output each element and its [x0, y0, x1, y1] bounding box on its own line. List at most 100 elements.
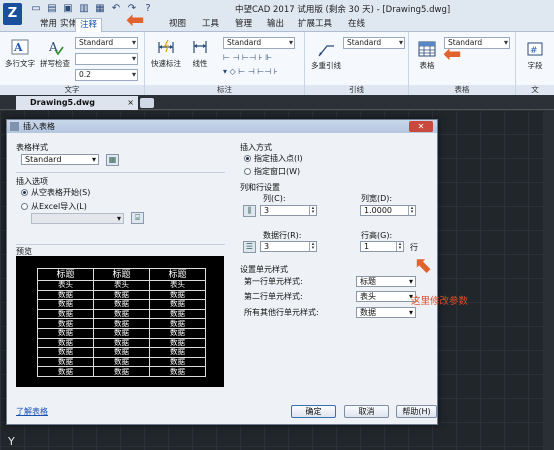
dialog-titlebar: 插入表格 ✕ — [7, 120, 437, 133]
preview-table-cell: 表头 — [37, 280, 94, 291]
text-height-combo[interactable]: 0.2 — [75, 69, 138, 81]
save-icon[interactable]: ▣ — [62, 3, 74, 15]
preview-table-cell: 数据 — [37, 356, 94, 368]
preview-table-cell: 数据 — [37, 327, 94, 339]
preview-table-cell: 数据 — [93, 308, 150, 320]
data-rows-label: 数据行(R): — [263, 231, 302, 240]
tab-online[interactable]: 在线 — [344, 18, 369, 32]
cancel-button[interactable]: 取消 — [344, 405, 389, 418]
field-label: 字段 — [527, 61, 543, 70]
preview-table-row: 数据 数据 数据 — [37, 356, 206, 368]
insert-options-label: 插入选项 — [16, 177, 48, 186]
tab-view[interactable]: 视图 — [165, 18, 190, 32]
preview-table-row: 数据 数据 数据 — [37, 366, 206, 377]
preview-table-row: 标题 标题 标题 — [37, 268, 206, 281]
preview-table-row: 数据 数据 数据 — [37, 299, 206, 310]
preview-table-cell: 数据 — [149, 327, 206, 339]
preview-table-row: 数据 数据 数据 — [37, 308, 206, 320]
print-icon[interactable]: ▦ — [94, 3, 106, 15]
new-tab-icon[interactable] — [140, 98, 154, 108]
table-group: 表格 Standard 表格 — [409, 32, 516, 95]
window-title: 中望CAD 2017 试用版 (剩余 30 天) - [Drawing5.dwg… — [235, 5, 451, 15]
other-rows-style-select[interactable]: 数据 — [356, 307, 416, 318]
columns-value: 3 — [264, 206, 270, 215]
ok-button[interactable]: 确定 — [291, 405, 336, 418]
preview-table-row: 表头 表头 表头 — [37, 280, 206, 291]
tab-tools[interactable]: 工具 — [198, 18, 223, 32]
tab-annotate[interactable]: 注释 — [75, 18, 103, 32]
text-group: A 多行文字 A 拼写检查 Standard 0.2 文字 — [0, 32, 145, 95]
row-height-label: 行高(G): — [361, 231, 393, 240]
tab-manage[interactable]: 管理 — [231, 18, 256, 32]
second-row-style-select[interactable]: 表头 — [356, 291, 416, 302]
preview-table-cell: 数据 — [149, 356, 206, 368]
preview-table-cell: 数据 — [37, 308, 94, 320]
learn-table-link[interactable]: 了解表格 — [16, 406, 48, 417]
table-style-dialog-button[interactable]: ▦ — [106, 154, 119, 166]
data-rows-input[interactable]: 3 ▴ ▾ — [260, 241, 317, 252]
preview-table-cell: 数据 — [93, 366, 150, 377]
multileader-button[interactable]: 多重引线 — [308, 40, 344, 71]
doc-tab-close-icon[interactable]: × — [127, 96, 134, 110]
help-button[interactable]: 帮助(H) — [396, 405, 437, 418]
preview-group — [16, 244, 225, 245]
specify-point-radio[interactable] — [244, 155, 251, 162]
table-style-select[interactable]: Standard — [21, 154, 99, 165]
multiline-text-label: 多行文字 — [5, 59, 35, 68]
dialog-close-button[interactable]: ✕ — [409, 121, 433, 132]
dim-style-combo[interactable]: Standard — [223, 37, 295, 49]
spell-check-label: 拼写检查 — [40, 59, 70, 68]
tab-output[interactable]: 输出 — [263, 18, 288, 32]
from-empty-radio[interactable] — [21, 189, 28, 196]
table-button[interactable]: 表格 — [414, 40, 440, 71]
col-width-input[interactable]: 1.0000 ▴ ▾ — [360, 205, 416, 216]
cell-style-label: 设置单元样式 — [240, 265, 288, 274]
dim-tools-row2-icon[interactable]: ▾ ◇ ⊢ ⊣ ⊢⊣ ⊦ — [223, 67, 278, 76]
multiline-text-button[interactable]: A 多行文字 — [3, 38, 37, 69]
preview-table-cell: 数据 — [149, 366, 206, 377]
svg-text:#: # — [530, 46, 538, 56]
new-icon[interactable]: ▭ — [30, 3, 42, 15]
dim-tools-row1-icon[interactable]: ⊢ ⊣ ⊢⊣ ⊦ ⊩ — [223, 53, 272, 62]
excel-browse-button[interactable]: ⌸ — [131, 212, 144, 224]
app-logo-icon[interactable]: Z — [3, 3, 22, 25]
open-icon[interactable]: ▤ — [46, 3, 58, 15]
other-rows-style-label: 所有其他行单元样式: — [244, 308, 319, 317]
linear-dim-icon — [193, 41, 207, 53]
col-width-label: 列宽(D): — [361, 194, 393, 203]
leader-group-label: 引线 — [305, 85, 408, 95]
data-rows-spinner-icon[interactable]: ▴ ▾ — [309, 242, 316, 251]
row-height-input[interactable]: 1 ▴ ▾ — [360, 241, 404, 252]
text-group-label: 文字 — [0, 85, 144, 95]
quick-dim-button[interactable]: 快速标注 — [148, 38, 184, 69]
tab-extension[interactable]: 扩展工具 — [294, 18, 336, 32]
specify-window-radio[interactable] — [244, 168, 251, 175]
linear-dim-button[interactable]: 线性 — [186, 38, 214, 69]
undo-icon[interactable]: ↶ — [110, 3, 122, 15]
columns-spinner-icon[interactable]: ▴ ▾ — [309, 206, 316, 215]
dimension-group-label: 标注 — [145, 85, 304, 95]
row-height-spinner-icon[interactable]: ▴ ▾ — [396, 242, 403, 251]
text-style-combo[interactable]: Standard — [75, 37, 138, 49]
col-row-settings-label: 列和行设置 — [240, 183, 280, 192]
field-icon: # — [527, 42, 543, 56]
table-group-label: 表格 — [409, 85, 515, 95]
from-excel-radio[interactable] — [21, 203, 28, 210]
saveas-icon[interactable]: ▥ — [78, 3, 90, 15]
text-layer-combo[interactable] — [75, 53, 138, 65]
first-row-style-select[interactable]: 标题 — [356, 276, 416, 287]
quick-dim-label: 快速标注 — [151, 59, 181, 68]
columns-input[interactable]: 3 ▴ ▾ — [260, 205, 317, 216]
leader-style-combo[interactable]: Standard — [343, 37, 405, 49]
canvas-scrollbar[interactable] — [543, 110, 554, 450]
from-excel-label: 从Excel导入(L) — [31, 202, 87, 211]
excel-file-select[interactable] — [31, 213, 124, 224]
preview-table: 标题 标题 标题 表头 表头 表头 数据 数据 数据 数据 数据 数据 数据 数据 数据 数据 数据 数据 数据 数据… — [37, 268, 206, 377]
col-width-spinner-icon[interactable]: ▴ ▾ — [408, 206, 415, 215]
doc-tab-drawing5[interactable]: Drawing5.dwg × — [16, 96, 138, 110]
preview-table-cell: 表头 — [149, 280, 206, 291]
field-button[interactable]: # 字段 — [522, 40, 548, 71]
spell-check-icon: A — [48, 40, 64, 56]
preview-table-cell: 数据 — [37, 347, 94, 358]
spell-check-button[interactable]: A 拼写检查 — [38, 38, 72, 69]
